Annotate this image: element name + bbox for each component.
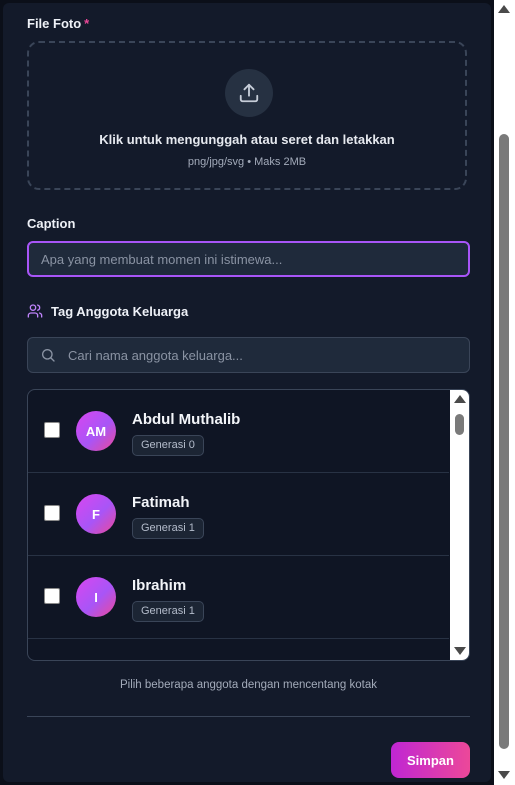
generation-badge: Generasi 0 [132,435,204,456]
required-asterisk: * [84,16,90,31]
member-checkbox[interactable] [44,422,60,438]
avatar: I [76,577,116,617]
dropzone-title: Klik untuk mengunggah atau seret dan let… [99,132,395,147]
scrollbar-thumb[interactable] [455,414,464,435]
selection-hint: Pilih beberapa anggota dengan mencentang… [119,679,378,691]
scrollbar-thumb[interactable] [499,134,509,749]
scroll-up-arrow-icon[interactable] [454,395,466,403]
upload-icon [225,69,273,117]
generation-badge: Generasi 1 [132,518,204,539]
member-name: Abdul Muthalib [132,411,241,428]
scroll-down-arrow-icon[interactable] [454,647,466,655]
member-name: Fatimah [132,494,190,511]
scroll-down-arrow-icon[interactable] [498,771,510,779]
member-checkbox[interactable] [44,588,60,604]
member-list-scrollbar[interactable] [450,390,469,660]
member-list: AM Abdul Muthalib Generasi 0 F Fatimah G… [27,389,470,661]
member-search-input[interactable] [66,346,469,364]
caption-input[interactable] [27,241,470,277]
member-row[interactable]: F Fatimah Generasi 1 [28,473,449,556]
member-name: Ibrahim [132,577,187,594]
page-scrollbar[interactable] [494,0,515,785]
caption-label: Caption [27,216,76,231]
generation-badge: Generasi 1 [132,601,204,622]
file-dropzone[interactable]: Klik untuk mengunggah atau seret dan let… [27,41,467,190]
file-photo-label-text: File Foto [27,16,82,31]
avatar: F [76,494,116,534]
scroll-up-arrow-icon[interactable] [498,5,510,13]
upload-photo-form: File Foto * Klik untuk mengunggah atau se… [3,3,491,782]
member-row[interactable]: AM Abdul Muthalib Generasi 0 [28,390,449,473]
avatar: AM [76,411,116,451]
search-icon [40,347,56,363]
tag-members-label: Tag Anggota Keluarga [51,303,189,319]
file-photo-label: File Foto * [27,16,89,31]
member-checkbox[interactable] [44,505,60,521]
tag-members-heading: Tag Anggota Keluarga [27,303,188,319]
save-button[interactable]: Simpan [391,742,470,778]
divider [27,716,470,717]
member-search[interactable] [27,337,470,373]
member-row[interactable]: I Ibrahim Generasi 1 [28,556,449,639]
users-icon [27,303,43,319]
dropzone-subtitle: png/jpg/svg • Maks 2MB [187,156,307,168]
